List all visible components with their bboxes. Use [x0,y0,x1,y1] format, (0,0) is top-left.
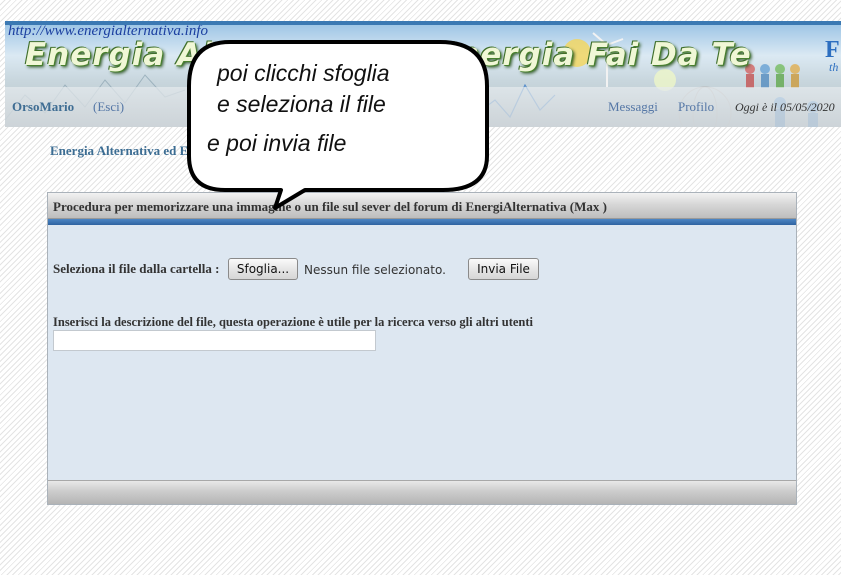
upload-panel: Procedura per memorizzare una immagine o… [47,192,797,505]
file-select-label: Seleziona il file dalla cartella : [53,261,220,276]
browse-button[interactable]: Sfoglia... [228,258,298,280]
description-input[interactable] [53,330,376,351]
callout-text-line-3: e poi invia file [207,130,347,156]
callout-text-line-2: e seleziona il file [217,91,386,117]
callout-text-line-1: poi clicchi sfoglia [217,60,390,86]
username-link[interactable]: OrsoMario [12,99,74,115]
current-date: Oggi è il 05/05/2020 [735,100,835,114]
messages-link[interactable]: Messaggi [608,99,658,115]
instruction-callout: poi clicchi sfoglia e seleziona il file … [185,38,495,218]
logout-link[interactable]: (Esci) [93,99,124,115]
panel-accent-bar [48,219,796,225]
profile-link[interactable]: Profilo [678,99,714,115]
file-status-text: Nessun file selezionato. [304,263,446,277]
description-label: Inserisci la descrizione del file, quest… [53,315,533,329]
upload-file-button[interactable]: Invia File [468,258,539,280]
panel-footer [48,480,796,504]
svg-text:th: th [829,60,838,74]
